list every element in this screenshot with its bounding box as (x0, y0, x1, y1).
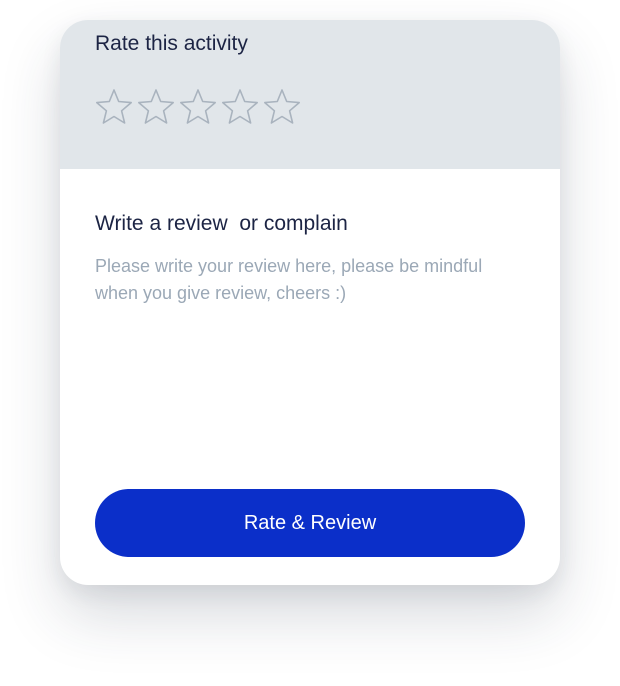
rate-title: Rate this activity (95, 32, 248, 55)
star-2-icon[interactable] (137, 88, 175, 126)
star-3-icon[interactable] (179, 88, 217, 126)
rate-section: Rate this activity (60, 20, 560, 169)
rating-card: Rate this activity Write a review or com… (60, 20, 560, 585)
star-rating (95, 88, 301, 126)
review-title: Write a review or complain (95, 212, 348, 235)
review-input[interactable] (95, 253, 525, 463)
star-1-icon[interactable] (95, 88, 133, 126)
rate-review-button[interactable]: Rate & Review (95, 489, 525, 557)
star-5-icon[interactable] (263, 88, 301, 126)
star-4-icon[interactable] (221, 88, 259, 126)
